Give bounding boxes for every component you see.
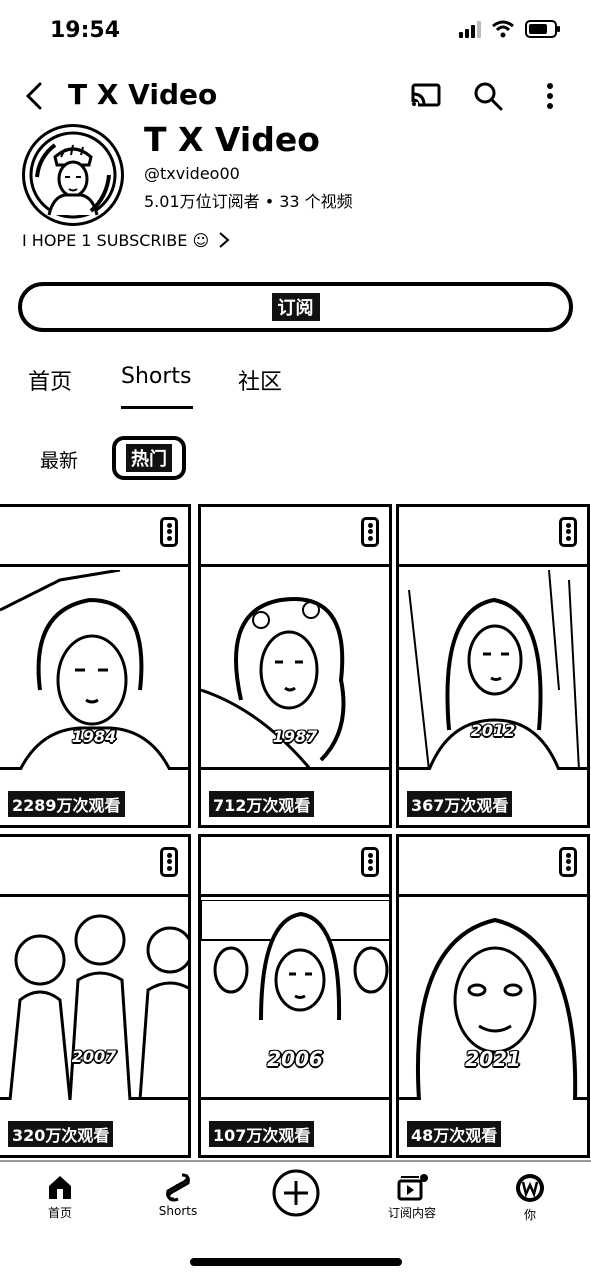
nav-you[interactable]: 你 bbox=[480, 1172, 580, 1223]
short-card[interactable]: 1987 712万次观看 bbox=[198, 504, 392, 828]
chip-popular-label: 热门 bbox=[126, 444, 172, 472]
short-card[interactable]: 2006 107万次观看 bbox=[198, 834, 392, 1158]
short-card[interactable]: 2021 48万次观看 bbox=[396, 834, 590, 1158]
channel-tabs: 首页 Shorts 社区 bbox=[0, 362, 591, 412]
more-vert-icon[interactable] bbox=[559, 517, 577, 547]
view-count: 107万次观看 bbox=[209, 1121, 315, 1147]
year-label: 2007 bbox=[71, 1047, 117, 1066]
tab-shorts[interactable]: Shorts bbox=[121, 364, 192, 389]
status-bar: 19:54 bbox=[0, 0, 591, 64]
channel-description-text: I HOPE 1 SUBSCRIBE ☺ bbox=[22, 230, 210, 250]
view-count: 367万次观看 bbox=[407, 791, 513, 817]
nav-shorts-label: Shorts bbox=[158, 1204, 198, 1218]
short-card[interactable]: 2007 320万次观看 bbox=[0, 834, 191, 1158]
chip-latest[interactable]: 最新 bbox=[40, 446, 78, 473]
tab-home[interactable]: 首页 bbox=[28, 364, 72, 396]
nav-subscriptions-label: 订阅内容 bbox=[387, 1206, 436, 1220]
nav-home[interactable]: 首页 bbox=[10, 1172, 110, 1221]
subscribe-button[interactable]: 订阅 bbox=[18, 282, 573, 332]
back-icon[interactable] bbox=[18, 78, 54, 114]
search-icon[interactable] bbox=[470, 78, 506, 114]
nav-subscriptions[interactable]: 订阅内容 bbox=[362, 1172, 462, 1221]
channel-handle: @txvideo00 bbox=[144, 164, 240, 183]
chip-popular[interactable]: 热门 bbox=[112, 436, 186, 480]
page-title: T X Video bbox=[68, 78, 218, 111]
tab-community[interactable]: 社区 bbox=[238, 364, 282, 396]
nav-create[interactable] bbox=[246, 1168, 346, 1218]
cast-icon[interactable] bbox=[408, 78, 444, 114]
year-label: 2021 bbox=[465, 1047, 521, 1071]
status-icons bbox=[459, 20, 561, 38]
channel-stats: 5.01万位订阅者 • 33 个视频 bbox=[144, 192, 353, 211]
subscriptions-icon bbox=[397, 1174, 428, 1201]
more-vert-icon[interactable] bbox=[361, 847, 379, 877]
chevron-right-icon bbox=[219, 232, 230, 248]
short-card[interactable]: 1984 2289万次观看 bbox=[0, 504, 191, 828]
short-thumbnail bbox=[0, 900, 188, 1101]
wifi-icon bbox=[492, 20, 514, 38]
subscribe-label: 订阅 bbox=[271, 293, 320, 321]
shorts-icon bbox=[166, 1173, 190, 1202]
view-count: 712万次观看 bbox=[209, 791, 315, 817]
year-label: 2012 bbox=[470, 721, 516, 740]
short-card[interactable]: 2012 367万次观看 bbox=[396, 504, 590, 828]
top-app-bar: T X Video bbox=[0, 72, 591, 120]
home-indicator bbox=[190, 1258, 402, 1266]
year-label: 2006 bbox=[267, 1047, 323, 1071]
view-count: 320万次观看 bbox=[8, 1121, 114, 1147]
channel-description[interactable]: I HOPE 1 SUBSCRIBE ☺ bbox=[22, 230, 233, 250]
battery-icon bbox=[525, 20, 560, 38]
more-vert-icon[interactable] bbox=[160, 517, 178, 547]
channel-name: T X Video bbox=[144, 120, 320, 159]
more-vert-icon[interactable] bbox=[559, 847, 577, 877]
channel-avatar[interactable] bbox=[22, 124, 124, 226]
view-count: 48万次观看 bbox=[407, 1121, 502, 1147]
create-plus-icon bbox=[272, 1169, 320, 1217]
shorts-grid: 1984 2289万次观看 1987 712万次观看 2012 367万次观看 … bbox=[0, 504, 591, 1160]
more-vert-icon[interactable] bbox=[361, 517, 379, 547]
tab-selected-indicator bbox=[121, 406, 193, 409]
more-vert-icon[interactable] bbox=[532, 78, 568, 114]
signal-icon bbox=[459, 20, 481, 38]
status-time: 19:54 bbox=[50, 18, 121, 43]
short-thumbnail bbox=[399, 569, 587, 771]
view-count: 2289万次观看 bbox=[8, 791, 125, 817]
year-label: 1987 bbox=[272, 727, 318, 746]
profile-avatar-icon bbox=[516, 1174, 544, 1202]
more-vert-icon[interactable] bbox=[160, 847, 178, 877]
home-icon bbox=[49, 1176, 71, 1199]
nav-you-label: 你 bbox=[523, 1208, 536, 1222]
nav-home-label: 首页 bbox=[47, 1206, 72, 1220]
nav-shorts[interactable]: Shorts bbox=[128, 1172, 228, 1218]
year-label: 1984 bbox=[71, 727, 117, 746]
